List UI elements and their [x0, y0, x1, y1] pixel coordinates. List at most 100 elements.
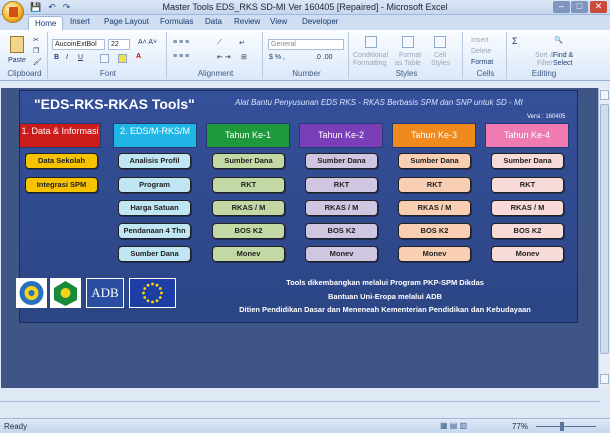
minimize-button[interactable]: –	[553, 1, 570, 13]
undo-icon[interactable]: ↶	[48, 2, 56, 13]
format-cells-button[interactable]: Format	[471, 59, 493, 66]
tab-data[interactable]: Data	[205, 17, 222, 26]
tahun1-rkas-button[interactable]: RKAS / M	[212, 200, 285, 216]
kemenag-logo	[50, 278, 81, 308]
data-sekolah-button[interactable]: Data Sekolah	[25, 153, 98, 169]
tab-review[interactable]: Review	[234, 17, 260, 26]
font-group: AucoinExtBol 22 A˄ A˅ B I U A Font	[50, 32, 167, 79]
scroll-down-icon[interactable]	[600, 374, 609, 384]
autosum-icon[interactable]: Σ	[512, 36, 518, 46]
tab-page-layout[interactable]: Page Layout	[104, 17, 149, 26]
format-table-label[interactable]: Format	[399, 52, 421, 59]
zoom-slider[interactable]	[536, 426, 596, 427]
tahun2-rkas-button[interactable]: RKAS / M	[305, 200, 378, 216]
fill-color-icon[interactable]	[118, 54, 127, 63]
cut-icon[interactable]: ✂	[33, 36, 39, 44]
tab-formulas[interactable]: Formulas	[160, 17, 193, 26]
window-title: Master Tools EDS_RKS SD-MI Ver 160405 [R…	[162, 2, 448, 12]
close-button[interactable]: ✕	[590, 1, 607, 13]
format-painter-icon[interactable]: 🖌	[33, 58, 42, 66]
underline-icon[interactable]: U	[78, 54, 83, 61]
tab-view[interactable]: View	[270, 17, 287, 26]
font-color-icon[interactable]: A	[136, 53, 141, 60]
tahun3-bos-k2-button[interactable]: BOS K2	[398, 223, 471, 239]
sumber-dana-eds-button[interactable]: Sumber Dana	[118, 246, 191, 262]
vertical-scrollbar[interactable]	[598, 88, 610, 388]
integrasi-spm-button[interactable]: Integrasi SPM	[25, 177, 98, 193]
tahun1-monev-button[interactable]: Monev	[212, 246, 285, 262]
pendanaan-4-thn-button[interactable]: Pendanaan 4 Thn	[118, 223, 191, 239]
vertical-scroll-thumb[interactable]	[600, 104, 609, 354]
harga-satuan-button[interactable]: Harga Satuan	[118, 200, 191, 216]
view-buttons-icon[interactable]: ▦ ▤ ▥	[440, 421, 467, 430]
tahun2-sumber-dana-button[interactable]: Sumber Dana	[305, 153, 378, 169]
borders-icon[interactable]	[100, 54, 109, 63]
status-ready: Ready	[4, 422, 28, 431]
zoom-slider-thumb[interactable]	[560, 422, 564, 431]
tahun2-monev-button[interactable]: Monev	[305, 246, 378, 262]
insert-cells-button[interactable]: Insert	[471, 37, 489, 44]
format-table-label-2: as Table	[395, 60, 421, 67]
find-select-label[interactable]: Find &	[553, 52, 573, 59]
alignment-group-label: Alignment	[197, 69, 234, 78]
zoom-level[interactable]: 77%	[512, 422, 528, 431]
align-top-icon[interactable]: ≡ ≡ ≡	[173, 39, 189, 46]
banner-title: "EDS-RKS-RKAS Tools"	[34, 96, 195, 112]
eu-flag-logo	[129, 278, 176, 308]
wrap-text-icon[interactable]: ↵	[239, 39, 245, 47]
tahun2-rkt-button[interactable]: RKT	[305, 177, 378, 193]
copy-icon[interactable]: ❐	[33, 47, 39, 55]
decimal-icon[interactable]: .0 .00	[315, 54, 333, 61]
paste-label[interactable]: Paste	[8, 57, 26, 64]
analisis-profil-button[interactable]: Analisis Profil	[118, 153, 191, 169]
conditional-formatting-label[interactable]: Conditional	[353, 52, 388, 59]
tahun4-rkas-button[interactable]: RKAS / M	[491, 200, 564, 216]
save-icon[interactable]: 💾	[30, 2, 41, 13]
tahun4-rkt-button[interactable]: RKT	[491, 177, 564, 193]
align-left-icon[interactable]: ≡ ≡ ≡	[173, 53, 189, 60]
sort-filter-label[interactable]: Sort &	[535, 52, 554, 59]
maximize-button[interactable]: □	[571, 1, 588, 13]
paste-icon[interactable]	[10, 36, 24, 53]
header-tahun-4: Tahun Ke-4	[486, 124, 568, 147]
italic-icon[interactable]: I	[66, 54, 68, 61]
cell-styles-label[interactable]: Cell	[434, 52, 446, 59]
program-button[interactable]: Program	[118, 177, 191, 193]
format-table-icon	[402, 36, 414, 48]
indent-icon[interactable]: ⇤ ⇥	[217, 53, 231, 61]
tab-developer[interactable]: Developer	[302, 17, 338, 26]
tahun1-bos-k2-button[interactable]: BOS K2	[212, 223, 285, 239]
font-name-field[interactable]: AucoinExtBol	[52, 39, 105, 50]
number-format-field[interactable]: General	[268, 39, 344, 50]
cells-group: Insert Delete Format Cells	[465, 32, 507, 79]
tab-insert[interactable]: Insert	[70, 17, 90, 26]
tahun3-monev-button[interactable]: Monev	[398, 246, 471, 262]
delete-cells-button[interactable]: Delete	[471, 48, 491, 55]
redo-icon[interactable]: ↷	[63, 2, 71, 13]
merge-icon[interactable]: ⊞	[241, 53, 247, 61]
office-button[interactable]	[2, 1, 24, 23]
tahun1-rkt-button[interactable]: RKT	[212, 177, 285, 193]
tahun1-sumber-dana-button[interactable]: Sumber Dana	[212, 153, 285, 169]
grow-font-icon[interactable]: A˄ A˅	[138, 39, 157, 46]
tut-wuri-handayani-logo	[16, 278, 47, 308]
tahun4-monev-button[interactable]: Monev	[491, 246, 564, 262]
tab-home[interactable]: Home	[28, 16, 64, 30]
tahun4-bos-k2-button[interactable]: BOS K2	[491, 223, 564, 239]
scroll-up-icon[interactable]	[600, 90, 609, 100]
footer-line-3: Ditien Pendidikan Dasar dan Meneneah Kem…	[239, 305, 531, 314]
tahun3-rkas-button[interactable]: RKAS / M	[398, 200, 471, 216]
office-logo-icon	[9, 7, 18, 17]
footer-line-2: Bantuan Uni-Eropa melalui ADB	[328, 292, 442, 301]
tahun4-sumber-dana-button[interactable]: Sumber Dana	[491, 153, 564, 169]
tahun2-bos-k2-button[interactable]: BOS K2	[305, 223, 378, 239]
tahun3-rkt-button[interactable]: RKT	[398, 177, 471, 193]
bold-icon[interactable]: B	[54, 54, 59, 61]
orientation-icon[interactable]: ⟋	[217, 39, 222, 47]
ribbon: Paste ✂ ❐ 🖌 Clipboard AucoinExtBol 22 A˄…	[0, 30, 610, 81]
font-size-field[interactable]: 22	[108, 39, 130, 50]
editing-group: Σ Sort & Filter 🔍 Find & Select Editing	[509, 32, 579, 79]
currency-icon[interactable]: $ % ,	[269, 54, 285, 61]
tahun3-sumber-dana-button[interactable]: Sumber Dana	[398, 153, 471, 169]
header-tahun-1: Tahun Ke-1	[207, 124, 289, 147]
